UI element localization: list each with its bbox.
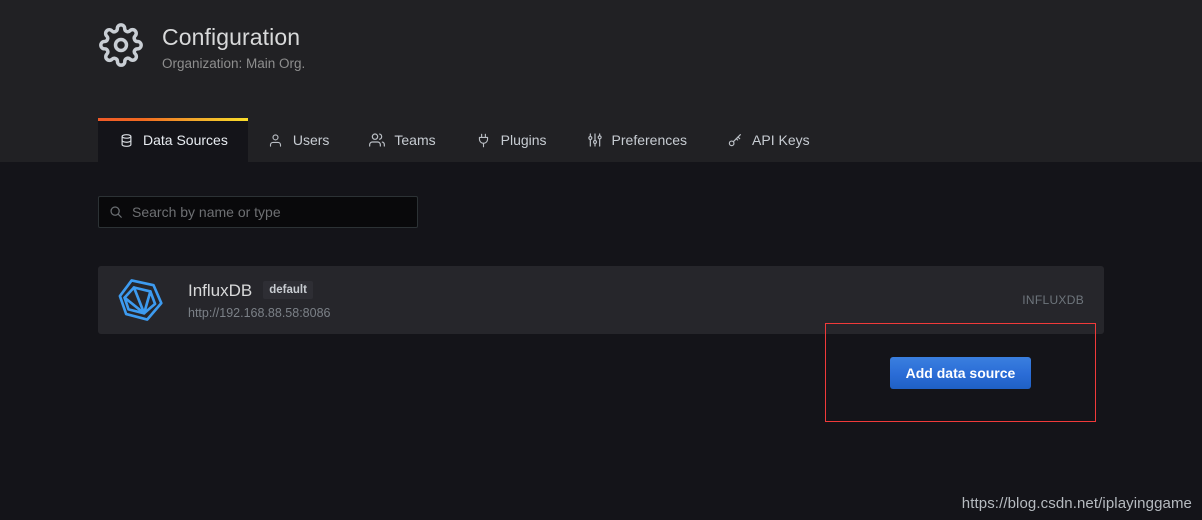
database-icon <box>118 132 134 148</box>
tab-teams[interactable]: Teams <box>349 118 455 162</box>
plug-icon <box>476 132 492 148</box>
watermark: https://blog.csdn.net/iplayinggame <box>961 495 1192 512</box>
add-data-source-button[interactable]: Add data source <box>889 356 1032 389</box>
tab-plugins[interactable]: Plugins <box>456 118 567 162</box>
page-title: Configuration <box>162 24 301 50</box>
tab-bar: Data Sources Users Teams Plugins Prefere… <box>0 118 1202 162</box>
search-icon <box>109 205 123 219</box>
tab-api-keys[interactable]: API Keys <box>707 118 830 162</box>
search-box[interactable] <box>98 196 418 228</box>
tab-label: Users <box>292 132 330 148</box>
tab-data-sources[interactable]: Data Sources <box>98 118 248 162</box>
sliders-icon <box>587 132 603 148</box>
user-icon <box>268 132 284 148</box>
default-badge: default <box>263 281 313 299</box>
influxdb-logo <box>116 275 166 325</box>
search-input[interactable] <box>132 204 407 220</box>
page-header: Configuration Organization: Main Org. <box>0 0 1202 118</box>
data-source-name: InfluxDB <box>188 280 253 300</box>
tab-preferences[interactable]: Preferences <box>567 118 707 162</box>
gear-icon <box>98 22 144 68</box>
tab-users[interactable]: Users <box>248 118 350 162</box>
tab-label: API Keys <box>752 132 810 148</box>
data-source-type: INFLUXDB <box>1022 293 1084 307</box>
key-icon <box>727 132 743 148</box>
tab-label: Preferences <box>611 132 688 148</box>
main-content: Add data source InfluxDB default http://… <box>0 162 1202 520</box>
tab-label: Plugins <box>500 132 547 148</box>
tab-label: Teams <box>394 132 436 148</box>
toolbar <box>98 162 1104 229</box>
users-icon <box>369 132 386 148</box>
data-source-url: http://192.168.88.58:8086 <box>188 305 331 320</box>
tab-label: Data Sources <box>143 132 228 148</box>
page-subtitle: Organization: Main Org. <box>162 56 306 71</box>
